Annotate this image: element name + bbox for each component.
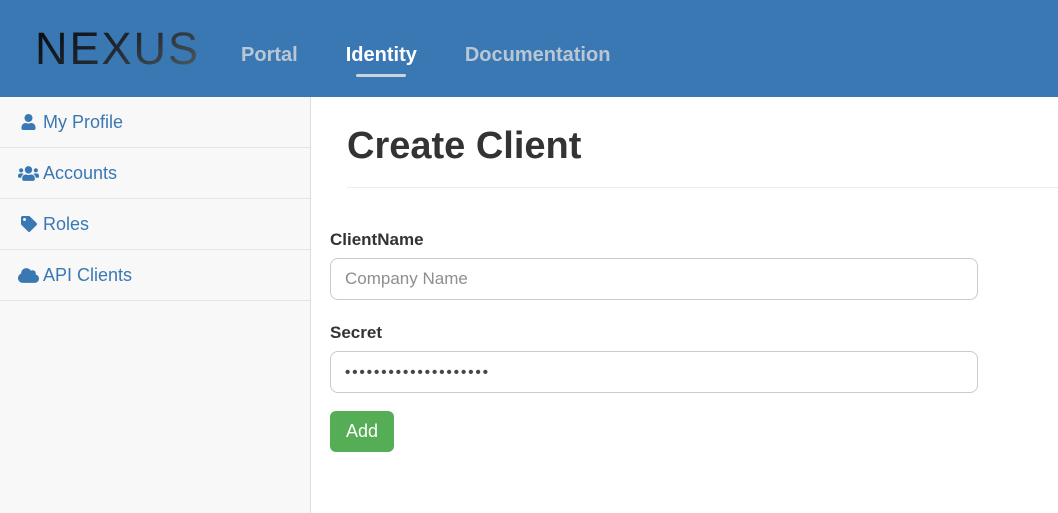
cloud-icon [17,267,40,284]
sidebar: My Profile Accounts Roles API Clients [0,97,311,513]
page-title: Create Client [347,124,1058,168]
nav-item-identity-label: Identity [346,44,417,66]
main-nav: Portal Identity Documentation [241,33,610,65]
sidebar-item-accounts[interactable]: Accounts [0,148,310,199]
app-window: NEXUS Portal Identity Documentation My P… [0,0,1058,513]
nav-item-identity[interactable]: Identity [346,45,417,65]
user-icon [17,114,40,130]
client-name-label: ClientName [330,230,978,250]
sidebar-item-api-clients[interactable]: API Clients [0,250,310,301]
create-client-form: ClientName Secret Add [330,230,978,452]
sidebar-item-label: API Clients [43,265,132,286]
tag-icon [17,216,40,232]
sidebar-item-label: Roles [43,214,89,235]
sidebar-item-roles[interactable]: Roles [0,199,310,250]
title-divider [347,187,1058,188]
add-button[interactable]: Add [330,411,394,452]
client-name-input[interactable] [330,258,978,300]
sidebar-item-my-profile[interactable]: My Profile [0,97,310,148]
nav-item-documentation[interactable]: Documentation [465,45,611,65]
top-navbar: NEXUS Portal Identity Documentation [0,0,1058,97]
sidebar-item-label: Accounts [43,163,117,184]
nav-item-portal[interactable]: Portal [241,45,298,65]
secret-label: Secret [330,323,978,343]
users-icon [17,165,40,182]
secret-input[interactable] [330,351,978,393]
sidebar-item-label: My Profile [43,112,123,133]
nexus-logo[interactable]: NEXUS [35,26,200,71]
active-nav-underline [356,74,406,77]
main-content: Create Client ClientName Secret Add [311,97,1058,513]
